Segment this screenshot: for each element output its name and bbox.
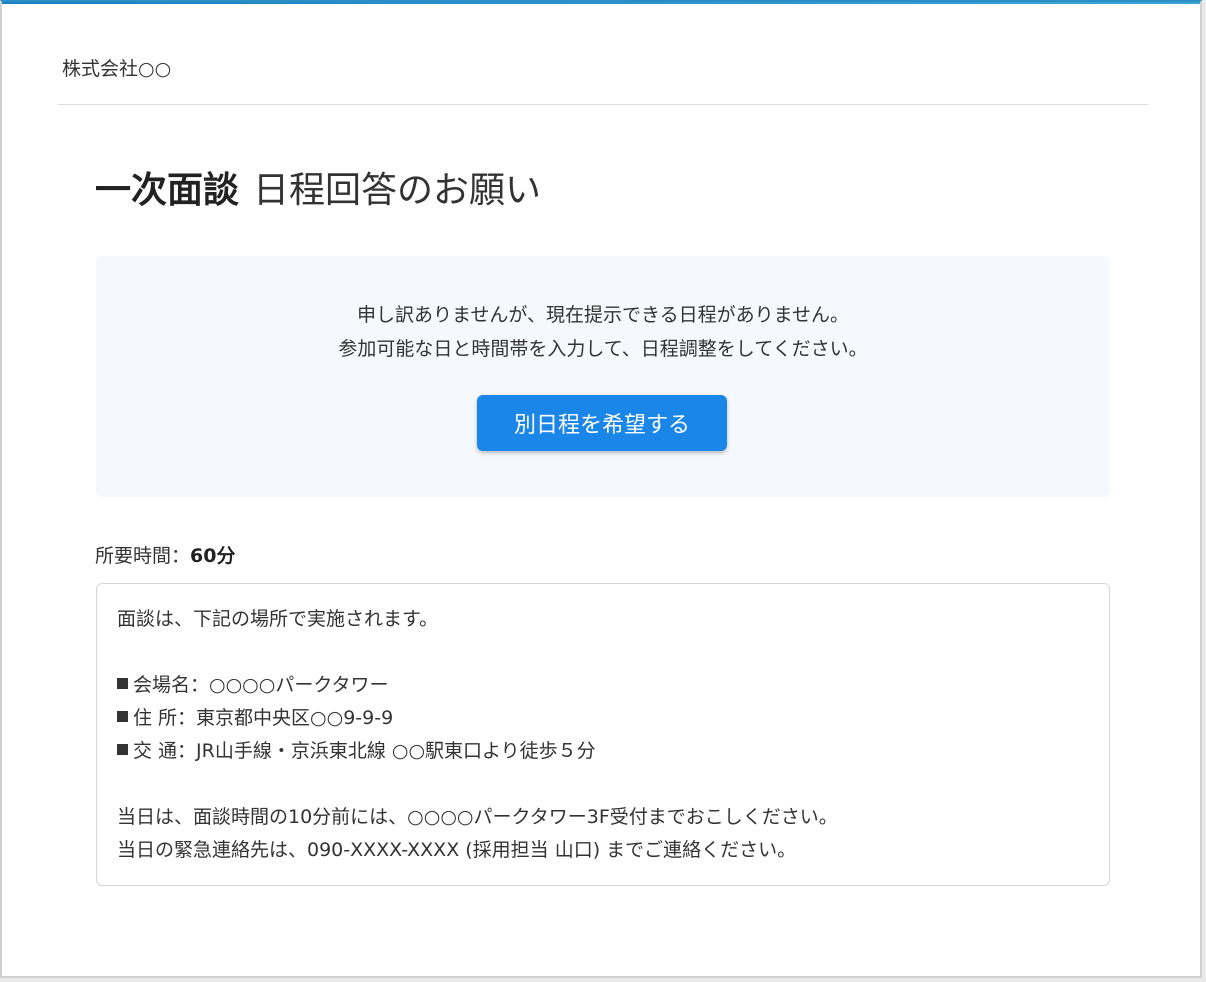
info-contact: 当日の緊急連絡先は、090-XXXX-XXXX (採用担当 山口) までご連絡く… — [117, 839, 797, 861]
page-frame: 株式会社○○ 一次面談 日程回答のお願い 申し訳ありませんが、現在提示できる日程が… — [0, 0, 1202, 978]
page-title-light: 日程回答のお願い — [253, 170, 542, 211]
page-title-bold: 一次面談 — [95, 170, 240, 211]
duration: 所要時間：60分 — [95, 541, 235, 568]
info-intro: 面談は、下記の場所で実施されます。 — [117, 608, 439, 630]
info-venue: 会場名：○○○○パークタワー — [117, 670, 389, 697]
company-name: 株式会社○○ — [62, 58, 172, 80]
info-address-text: 住 所：東京都中央区○○9-9-9 — [133, 707, 394, 729]
notice-line-2: 参加可能な日と時間帯を入力して、日程調整をしてください。 — [338, 338, 868, 360]
notice-line-1: 申し訳ありませんが、現在提示できる日程がありません。 — [356, 304, 850, 326]
duration-label: 所要時間： — [95, 545, 191, 567]
info-access: 交 通：JR山手線・京浜東北線 ○○駅東口より徒歩５分 — [117, 736, 596, 763]
info-access-text: 交 通：JR山手線・京浜東北線 ○○駅東口より徒歩５分 — [133, 740, 596, 762]
top-accent-line — [2, 2, 1200, 4]
notice-box: 申し訳ありませんが、現在提示できる日程がありません。 参加可能な日と時間帯を入力… — [96, 256, 1110, 497]
square-bullet-icon — [117, 711, 128, 722]
interview-info-box: 面談は、下記の場所で実施されます。 会場名：○○○○パークタワー 住 所：東京都… — [96, 583, 1110, 886]
square-bullet-icon — [117, 744, 128, 755]
square-bullet-icon — [117, 678, 128, 689]
page-title: 一次面談 日程回答のお願い — [95, 166, 541, 216]
header-divider — [58, 104, 1148, 105]
duration-value: 60分 — [190, 545, 236, 567]
info-address: 住 所：東京都中央区○○9-9-9 — [117, 703, 393, 730]
request-alternate-date-button[interactable]: 別日程を希望する — [477, 395, 727, 451]
info-venue-text: 会場名：○○○○パークタワー — [133, 674, 389, 696]
info-arrival: 当日は、面談時間の10分前には、○○○○パークタワー3F受付までおこしください。 — [117, 806, 838, 828]
